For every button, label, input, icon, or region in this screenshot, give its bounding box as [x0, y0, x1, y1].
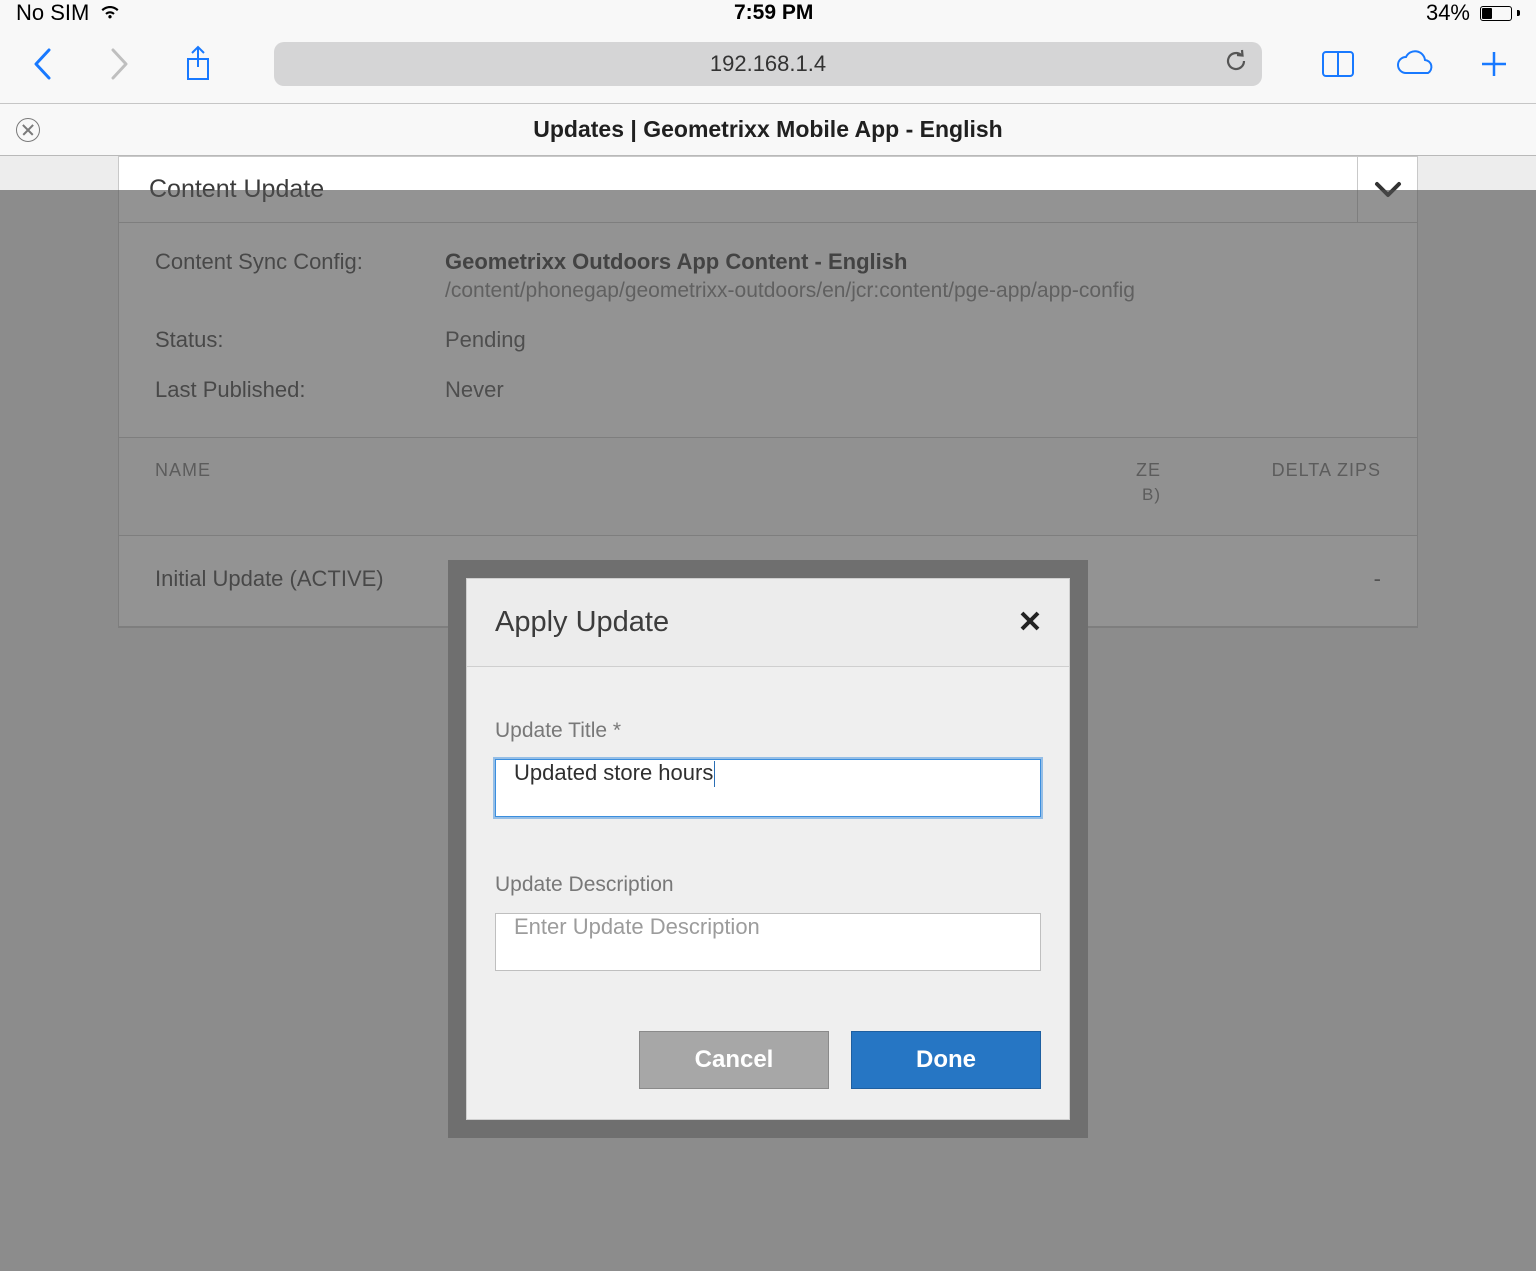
update-description-label: Update Description: [495, 873, 1041, 897]
clock-label: 7:59 PM: [734, 1, 813, 25]
cancel-button[interactable]: Cancel: [639, 1031, 829, 1089]
cloud-button[interactable]: [1394, 42, 1438, 86]
close-page-button[interactable]: [16, 118, 40, 142]
safari-toolbar: 192.168.1.4: [0, 24, 1536, 104]
share-button[interactable]: [176, 42, 220, 86]
wifi-icon: [99, 0, 121, 26]
update-title-label: Update Title *: [495, 719, 1041, 743]
ios-status-bar: No SIM 7:59 PM 34%: [0, 0, 1536, 24]
page-title: Updates | Geometrixx Mobile App - Englis…: [40, 116, 1496, 143]
url-label: 192.168.1.4: [710, 51, 826, 77]
apply-update-dialog: Apply Update Update Title * Updated stor…: [448, 560, 1088, 1138]
close-icon: [1019, 610, 1041, 632]
update-description-placeholder: Enter Update Description: [514, 914, 760, 939]
new-tab-button[interactable]: [1472, 42, 1516, 86]
carrier-label: No SIM: [16, 0, 89, 26]
update-description-input[interactable]: Enter Update Description: [495, 913, 1041, 971]
done-button[interactable]: Done: [851, 1031, 1041, 1089]
update-title-value: Updated store hours: [514, 760, 713, 785]
dialog-title: Apply Update: [495, 606, 669, 639]
forward-button[interactable]: [98, 42, 142, 86]
battery-icon: [1480, 6, 1520, 21]
dialog-close-button[interactable]: [1019, 609, 1041, 637]
bookmarks-button[interactable]: [1316, 42, 1360, 86]
page-header: Updates | Geometrixx Mobile App - Englis…: [0, 104, 1536, 156]
address-bar[interactable]: 192.168.1.4: [274, 42, 1262, 86]
battery-pct-label: 34%: [1426, 0, 1470, 26]
update-title-input[interactable]: Updated store hours: [495, 759, 1041, 817]
back-button[interactable]: [20, 42, 64, 86]
reload-button[interactable]: [1224, 48, 1248, 80]
